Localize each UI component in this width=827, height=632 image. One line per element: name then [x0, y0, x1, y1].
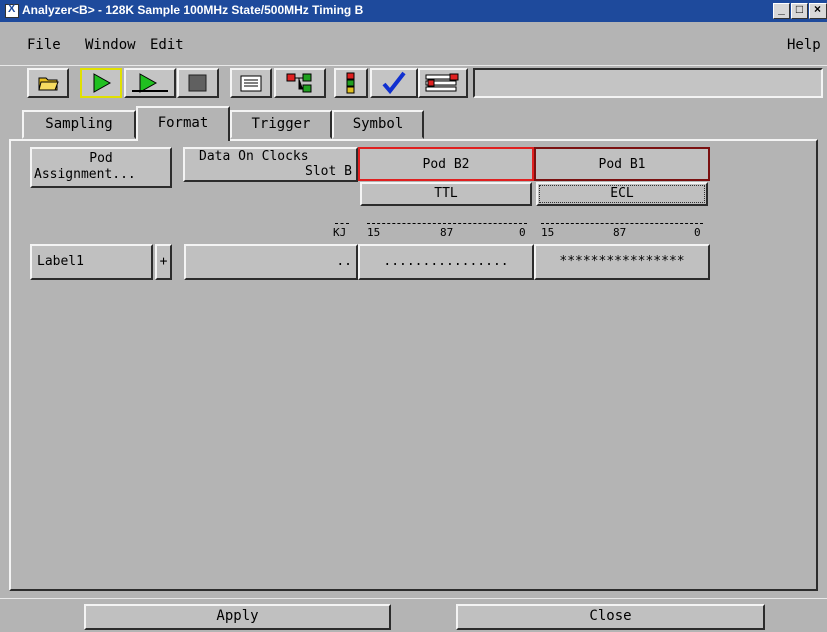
- listing-button[interactable]: [230, 68, 272, 98]
- close-window-button[interactable]: ×: [809, 2, 827, 19]
- toolbar: [0, 66, 827, 101]
- waveform-icon: [346, 72, 355, 94]
- tab-format[interactable]: Format: [136, 106, 230, 141]
- pod-b2-bit-15: 15: [367, 226, 381, 239]
- pod-b1-bit-15: 15: [541, 226, 555, 239]
- pod-b2-header[interactable]: Pod B2: [358, 147, 534, 181]
- chart-icon: [286, 73, 312, 93]
- menu-edit[interactable]: Edit: [150, 37, 184, 53]
- stop-icon: [188, 74, 207, 92]
- open-button[interactable]: [27, 68, 69, 98]
- pod-b2-name: Pod B2: [422, 157, 470, 172]
- apply-button[interactable]: Apply: [84, 604, 391, 630]
- label-expand-button[interactable]: +: [155, 244, 172, 280]
- menu-bar: File Window Edit Help: [0, 22, 827, 66]
- open-folder-icon: [38, 77, 59, 91]
- clock-bits-label: KJ: [333, 226, 347, 239]
- clock-bits-overline: [335, 223, 349, 224]
- checkmark-icon: [382, 71, 406, 95]
- tab-symbol[interactable]: Symbol: [332, 110, 424, 139]
- pod-b1-bit-87: 87: [613, 226, 627, 239]
- maximize-button[interactable]: □: [791, 2, 808, 19]
- data-on-clocks-button[interactable]: Data On Clocks Slot B: [183, 147, 358, 182]
- minimize-icon: _: [778, 2, 785, 16]
- format-panel: [9, 139, 818, 591]
- status-field: [473, 68, 823, 98]
- pod-assignment-label-1: Pod: [89, 151, 113, 166]
- pod-b1-threshold-button[interactable]: ECL: [536, 182, 708, 206]
- pod-b1-bits-rule: [541, 223, 703, 224]
- data-on-clocks-label-1: Data On Clocks: [199, 149, 309, 164]
- data-on-clocks-label-2: Slot B: [305, 164, 352, 179]
- pod-b2-bits-rule: [367, 223, 527, 224]
- pod-b2-bit-87: 87: [440, 226, 454, 239]
- close-icon: ×: [813, 2, 821, 16]
- stop-button[interactable]: [177, 68, 219, 98]
- pod-assignment-button[interactable]: Pod Assignment...: [30, 147, 172, 188]
- x-window-icon[interactable]: [5, 3, 19, 18]
- tab-trigger[interactable]: Trigger: [230, 110, 332, 139]
- pod-b2-threshold-button[interactable]: TTL: [360, 182, 532, 206]
- chart-button[interactable]: [274, 68, 326, 98]
- pod-assignment-label-2: Assignment...: [34, 167, 136, 182]
- pod-b2-bit-assignment[interactable]: ................: [358, 244, 534, 280]
- tools-button[interactable]: [418, 68, 468, 98]
- pod-b1-bit-0: 0: [694, 226, 701, 239]
- tools-icon: [425, 73, 459, 92]
- verify-button[interactable]: [370, 68, 418, 98]
- run-single-icon: [93, 73, 112, 93]
- run-single-button[interactable]: [80, 68, 122, 98]
- run-repetitive-icon: [132, 73, 168, 93]
- pod-b1-header[interactable]: Pod B1: [534, 147, 710, 181]
- window-title: Analyzer<B> - 128K Sample 100MHz State/5…: [22, 3, 364, 17]
- menu-window[interactable]: Window: [85, 37, 136, 53]
- pod-b1-name: Pod B1: [598, 157, 646, 172]
- tab-sampling[interactable]: Sampling: [22, 110, 136, 139]
- run-repetitive-button[interactable]: [124, 68, 176, 98]
- pod-b2-bit-0: 0: [519, 226, 526, 239]
- pod-b1-bit-assignment[interactable]: ****************: [534, 244, 710, 280]
- minimize-button[interactable]: _: [773, 2, 790, 19]
- waveform-button[interactable]: [334, 68, 368, 98]
- clock-bits-assignment[interactable]: ..: [184, 244, 358, 280]
- menu-file[interactable]: File: [27, 37, 61, 53]
- bottom-bar: Apply Close: [0, 598, 827, 632]
- label1-button[interactable]: Label1: [30, 244, 153, 280]
- menu-help[interactable]: Help: [787, 37, 821, 53]
- title-bar: Analyzer<B> - 128K Sample 100MHz State/5…: [0, 0, 827, 22]
- listing-icon: [240, 75, 262, 92]
- maximize-icon: □: [795, 2, 804, 16]
- close-button[interactable]: Close: [456, 604, 765, 630]
